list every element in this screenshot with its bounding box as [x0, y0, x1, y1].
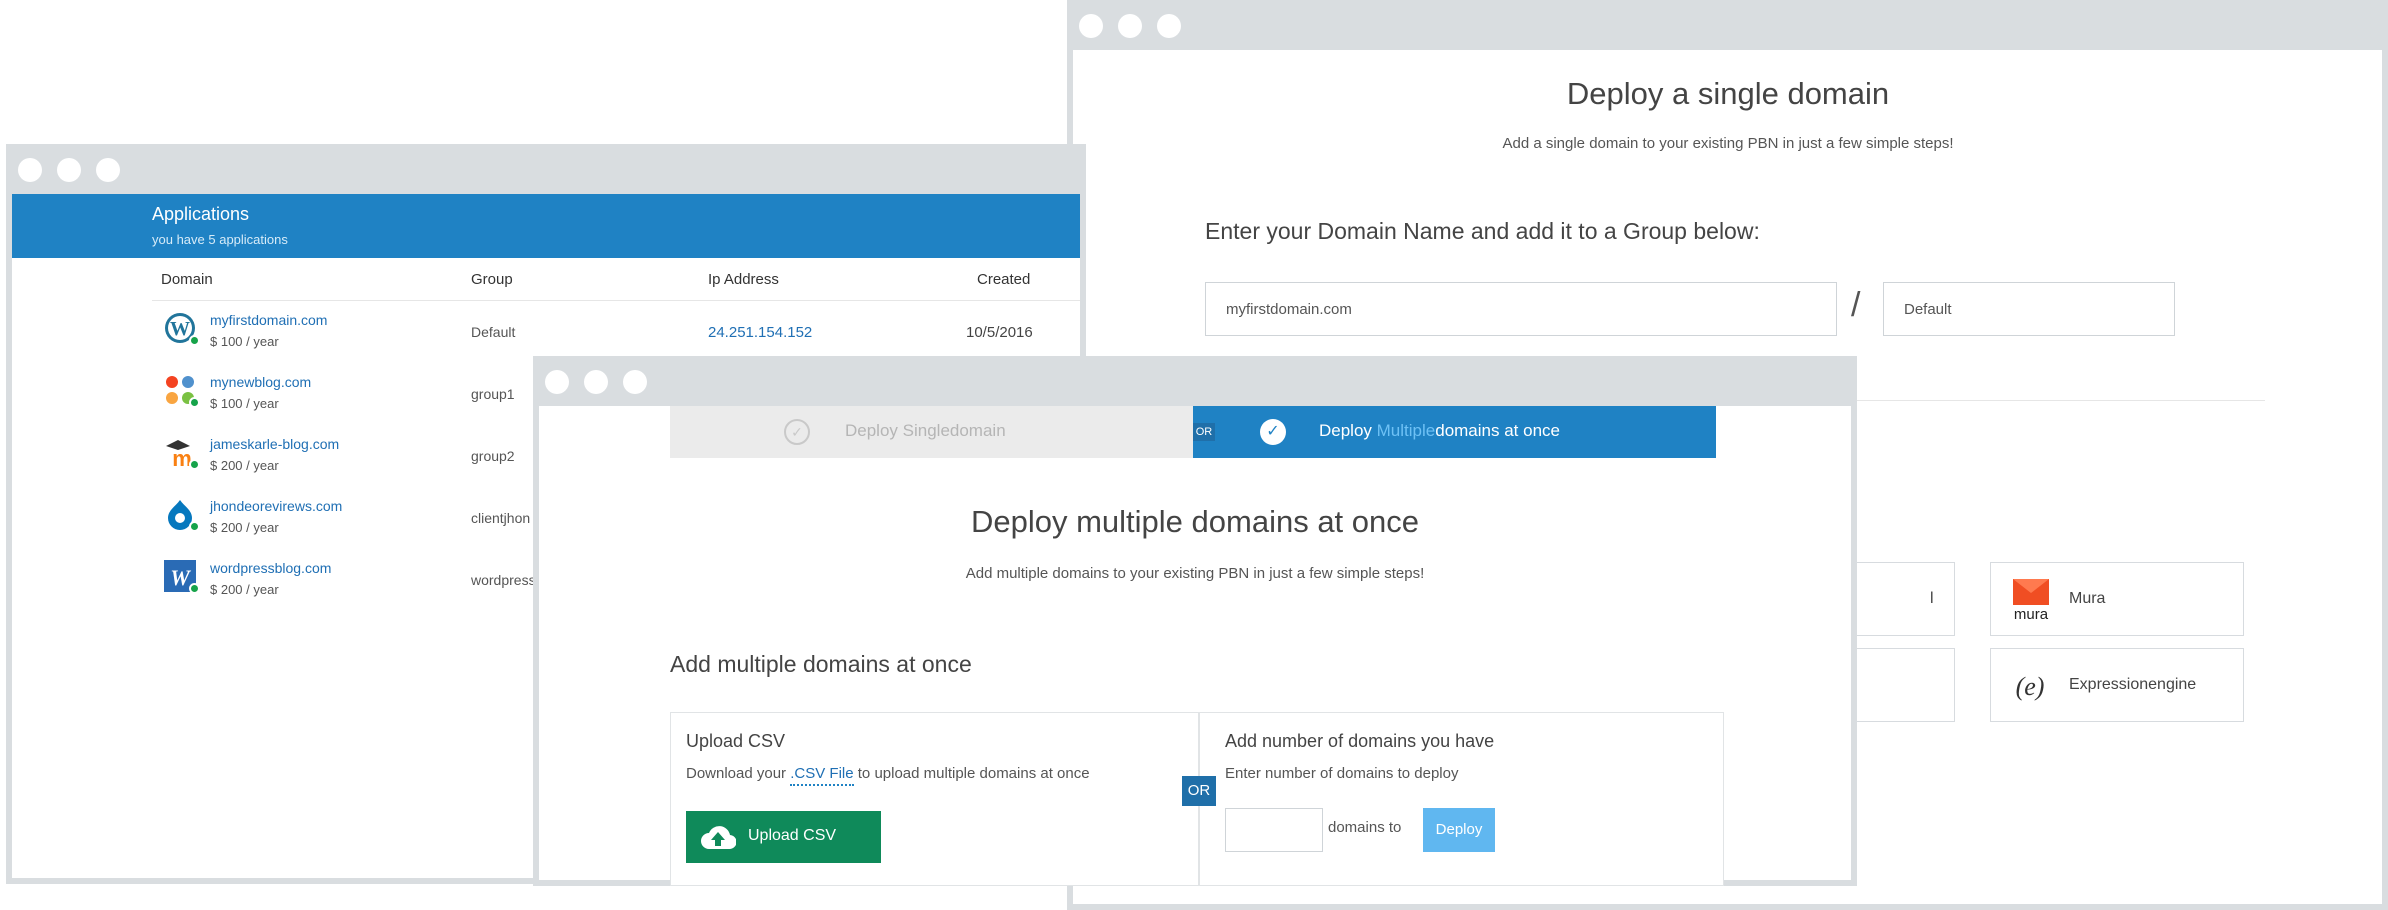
- svg-text:W: W: [170, 318, 190, 340]
- window-maximize-dot[interactable]: [96, 158, 120, 182]
- app-card-label: Expressionengine: [2069, 676, 2197, 693]
- page-subtitle: Add multiple domains to your existing PB…: [965, 565, 1425, 582]
- status-indicator: [189, 397, 200, 408]
- column-header-group[interactable]: Group: [471, 271, 513, 288]
- mura-icon: mura: [2013, 579, 2049, 621]
- upload-csv-heading: Upload CSV: [686, 731, 786, 751]
- or-badge-panels: OR: [1182, 776, 1216, 806]
- tab-multiple-domains[interactable]: ✓ Deploy Multipledomains at once: [1193, 406, 1716, 458]
- group-text: group2: [471, 448, 515, 464]
- domain-link[interactable]: wordpressblog.com: [210, 560, 331, 576]
- multi-domain-window: ✓ Deploy Singledomain ✓ Deploy Multipled…: [533, 356, 1857, 886]
- domain-form-label: Enter your Domain Name and add it to a G…: [1205, 218, 1760, 244]
- column-header-ip[interactable]: Ip Address: [708, 271, 779, 288]
- upload-csv-panel: Upload CSV Download your .CSV File to up…: [670, 712, 1199, 886]
- ip-link[interactable]: 24.251.154.152: [708, 324, 812, 341]
- price-text: $ 100 / year: [210, 396, 279, 411]
- group-text: Default: [471, 324, 516, 340]
- cloud-upload-icon: [701, 826, 736, 850]
- header-divider: [152, 300, 1080, 301]
- section-label: Add multiple domains at once: [670, 651, 972, 677]
- applications-title: Applications: [152, 204, 250, 224]
- wordpress-icon: W: [164, 312, 200, 346]
- joomla-icon: [164, 374, 200, 408]
- upload-text-pre: Download your: [686, 765, 791, 782]
- wpbakery-icon: W: [164, 560, 200, 594]
- status-indicator: [189, 583, 200, 594]
- page-title: Deploy multiple domains at once: [970, 504, 1420, 539]
- domain-link[interactable]: jameskarle-blog.com: [210, 436, 339, 452]
- window-titlebar: [1067, 0, 2388, 50]
- domain-link[interactable]: jhondeorevirews.com: [210, 498, 342, 514]
- domain-count-input[interactable]: [1225, 808, 1323, 852]
- window-minimize-dot[interactable]: [584, 370, 608, 394]
- column-header-domain[interactable]: Domain: [161, 271, 213, 288]
- csv-file-link[interactable]: .CSV File: [790, 765, 854, 786]
- upload-text-post: to upload multiple domains at once: [853, 765, 1090, 782]
- svg-text:mura: mura: [2014, 606, 2049, 621]
- tab-single-domain[interactable]: ✓ Deploy Singledomain: [670, 406, 1193, 458]
- applications-header: Applications you have 5 applications: [12, 194, 1080, 258]
- upload-csv-button-label: Upload CSV: [748, 827, 837, 844]
- group-text: group1: [471, 386, 515, 402]
- app-card-expressionengine[interactable]: (e) Expressionengine: [1990, 648, 2244, 722]
- app-card-label: Mura: [2069, 590, 2106, 607]
- status-indicator: [189, 459, 200, 470]
- window-maximize-dot[interactable]: [1157, 14, 1181, 38]
- status-indicator: [189, 521, 200, 532]
- window-close-dot[interactable]: [18, 158, 42, 182]
- page-subtitle: Add a single domain to your existing PBN…: [1502, 135, 1954, 152]
- domain-link[interactable]: myfirstdomain.com: [210, 312, 327, 328]
- applications-count: you have 5 applications: [152, 232, 288, 247]
- created-date: 10/5/2016: [966, 324, 1033, 341]
- tab-label-post: domains at once: [1435, 421, 1560, 440]
- window-titlebar: [533, 356, 1857, 406]
- upload-csv-description: Download your .CSV File to upload multip…: [686, 765, 1090, 786]
- column-header-created[interactable]: Created: [977, 271, 1030, 288]
- domain-count-heading: Add number of domains you have: [1225, 731, 1495, 751]
- separator-slash: /: [1851, 286, 1861, 324]
- tab-label: Deploy Singledomain: [845, 421, 1006, 440]
- domain-name-value: myfirstdomain.com: [1226, 300, 1352, 318]
- domain-count-description: Enter number of domains to deploy: [1225, 765, 1459, 782]
- check-icon: ✓: [1260, 419, 1286, 445]
- svg-text:W: W: [170, 565, 191, 590]
- moodle-icon: m: [164, 436, 200, 471]
- svg-text:(e): (e): [2016, 672, 2045, 701]
- tab-label: Deploy Multipledomains at once: [1319, 421, 1560, 441]
- group-select[interactable]: Default: [1883, 282, 2175, 336]
- window-minimize-dot[interactable]: [1118, 14, 1142, 38]
- drupal-icon: [164, 498, 200, 532]
- group-text: wordpress: [471, 572, 536, 588]
- upload-csv-button[interactable]: Upload CSV: [686, 811, 881, 863]
- domain-link[interactable]: mynewblog.com: [210, 374, 311, 390]
- expressionengine-icon: (e): [2016, 672, 2045, 701]
- check-icon: ✓: [784, 419, 810, 445]
- tab-label-pre: Deploy: [1319, 421, 1377, 440]
- price-text: $ 200 / year: [210, 582, 279, 597]
- price-text: $ 200 / year: [210, 458, 279, 473]
- window-close-dot[interactable]: [1079, 14, 1103, 38]
- price-text: $ 100 / year: [210, 334, 279, 349]
- status-indicator: [189, 335, 200, 346]
- price-text: $ 200 / year: [210, 520, 279, 535]
- window-minimize-dot[interactable]: [57, 158, 81, 182]
- window-close-dot[interactable]: [545, 370, 569, 394]
- domain-count-panel: Add number of domains you have Enter num…: [1199, 712, 1724, 886]
- window-titlebar: [6, 144, 1086, 194]
- group-value: Default: [1904, 300, 1952, 318]
- app-card-mura[interactable]: mura Mura: [1990, 562, 2244, 636]
- group-text: clientjhon: [471, 510, 531, 526]
- domain-name-input[interactable]: myfirstdomain.com: [1205, 282, 1837, 336]
- tab-label-highlight: Multiple: [1376, 421, 1436, 440]
- window-maximize-dot[interactable]: [623, 370, 647, 394]
- page-title: Deploy a single domain: [1566, 76, 1890, 111]
- domain-count-suffix: domains to: [1328, 819, 1402, 836]
- deploy-button[interactable]: Deploy: [1423, 808, 1495, 852]
- app-card-label: l: [1930, 590, 1934, 607]
- or-badge-tabs: OR: [1193, 423, 1215, 441]
